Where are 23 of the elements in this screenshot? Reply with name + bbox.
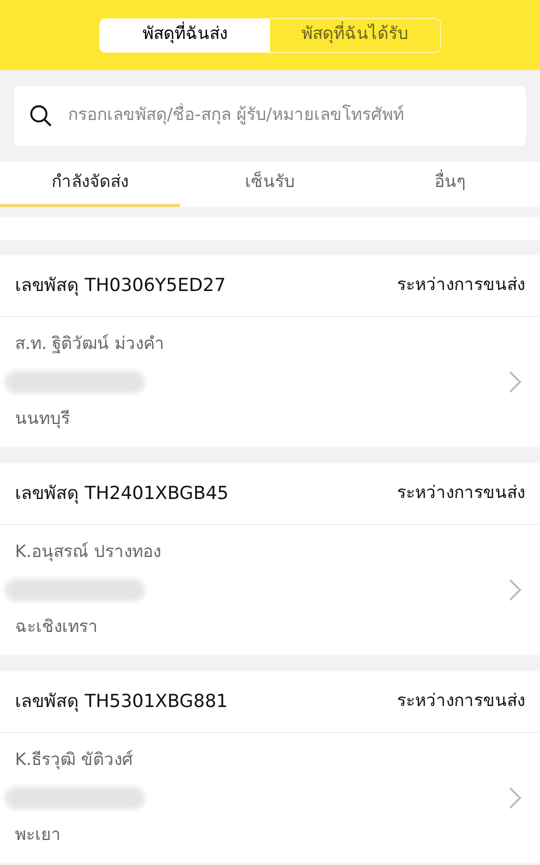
parcel-card[interactable]: เลขพัสดุ TH2401XBGB45 ระหว่างการขนส่ง K.อนุสรณ์ ปรางทอง ฉะเชิงเทรา bbox=[0, 463, 540, 655]
status-tab[interactable]: เซ็นรับ bbox=[180, 162, 360, 207]
parcel-status: ระหว่างการขนส่ง bbox=[397, 690, 525, 713]
recipient-name: K.ธีรวุฒิ ขัติวงศ์ bbox=[15, 748, 134, 772]
chevron-right-icon bbox=[508, 578, 522, 602]
parcel-status: ระหว่างการขนส่ง bbox=[397, 274, 525, 297]
parcel-number: เลขพัสดุ TH0306Y5ED27 bbox=[15, 274, 226, 298]
recipient-city: พะเยา bbox=[15, 824, 62, 847]
search-icon bbox=[28, 103, 54, 129]
status-tab[interactable]: อื่นๆ bbox=[360, 162, 540, 207]
chevron-right-icon bbox=[508, 370, 522, 394]
recipient-city: ฉะเชิงเทรา bbox=[15, 616, 99, 639]
parcel-number: เลขพัสดุ TH5301XBG881 bbox=[15, 690, 228, 714]
recipient-city: นนทบุรี bbox=[15, 408, 71, 431]
recipient-name: K.อนุสรณ์ ปรางทอง bbox=[15, 540, 162, 564]
segment-tab[interactable]: พัสดุที่ฉันส่ง bbox=[100, 18, 270, 52]
parcel-number: เลขพัสดุ TH2401XBGB45 bbox=[15, 482, 229, 506]
chevron-right-icon bbox=[508, 786, 522, 810]
parcel-card[interactable]: เลขพัสดุ TH0306Y5ED27 ระหว่างการขนส่ง ส.ท. ฐิติวัฒน์ ม่วงคำ นนทบุรี bbox=[0, 255, 540, 447]
status-tab[interactable]: กำลังจัดส่ง bbox=[0, 162, 180, 207]
recipient-name: ส.ท. ฐิติวัฒน์ ม่วงคำ bbox=[15, 332, 166, 356]
parcel-status: ระหว่างการขนส่ง bbox=[397, 482, 525, 505]
parcel-card[interactable]: เลขพัสดุ TH5301XBG881 ระหว่างการขนส่ง K.ธีรวุฒิ ขัติวงศ์ พะเยา bbox=[0, 671, 540, 863]
